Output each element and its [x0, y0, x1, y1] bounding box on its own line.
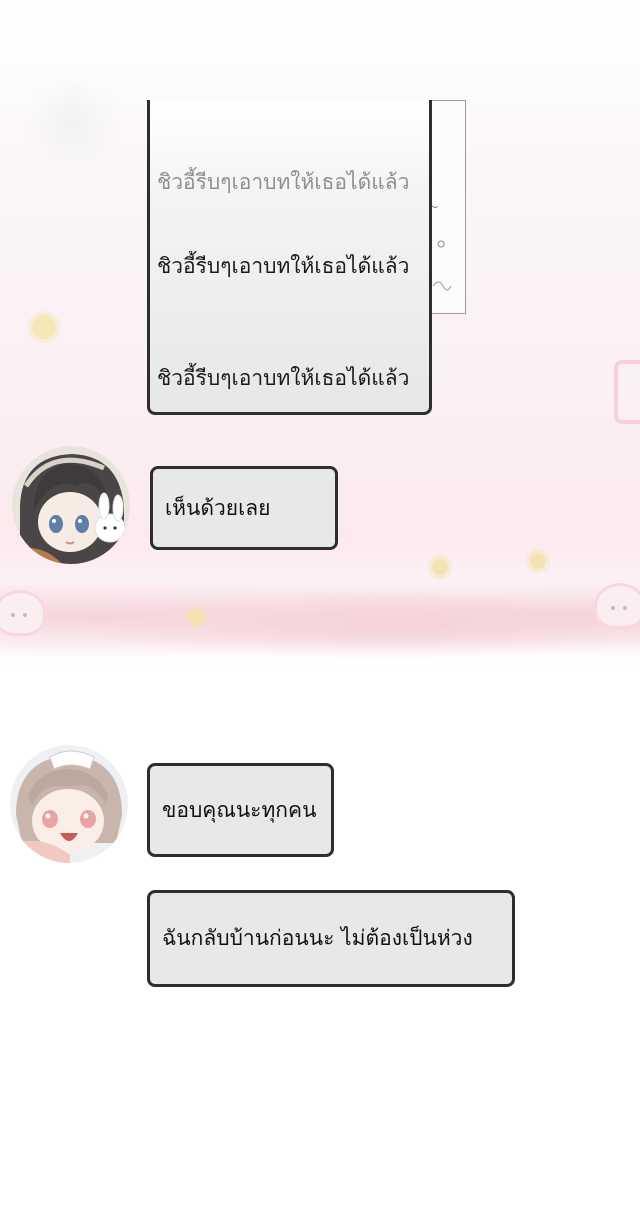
message-text: เห็นด้วยเลย [165, 495, 271, 520]
avatar-dark-haired-girl[interactable] [12, 446, 130, 564]
bunny-decoration [594, 583, 640, 629]
flower-decoration [188, 609, 204, 625]
faded-avatar-ghost [18, 85, 128, 165]
bunny-decoration [0, 590, 46, 636]
pink-frame-decoration [614, 360, 640, 424]
flower-decoration [432, 559, 448, 575]
message-bubble: ฉันกลับบ้านก่อนนะ ไม่ต้องเป็นห่วง [147, 890, 515, 987]
flower-decoration [530, 553, 546, 569]
message-bubble: ขอบคุณนะทุกคน [147, 763, 334, 857]
avatar-light-haired-girl[interactable] [10, 745, 128, 863]
stacked-message-faded: ชิวอี้รีบๆเอาบทให้เธอได้แล้ว [157, 170, 410, 194]
stacked-message: ชิวอี้รีบๆเอาบทให้เธอได้แล้ว [157, 254, 410, 278]
chat-page: ~ ชิวอี้รีบๆเอาบทให้เธอได้แล้ว ชิวอี้รีบ… [0, 0, 640, 1217]
flower-decoration [32, 315, 56, 339]
message-bubble: เห็นด้วยเลย [150, 466, 338, 550]
pink-wave-decoration [0, 585, 640, 665]
message-text: ฉันกลับบ้านก่อนนะ ไม่ต้องเป็นห่วง [162, 926, 473, 950]
light-haired-girl-icon [10, 745, 128, 863]
dark-haired-girl-icon [12, 446, 130, 564]
message-text: ขอบคุณนะทุกคน [162, 797, 317, 822]
stacked-message: ชิวอี้รีบๆเอาบทให้เธอได้แล้ว [157, 366, 410, 390]
